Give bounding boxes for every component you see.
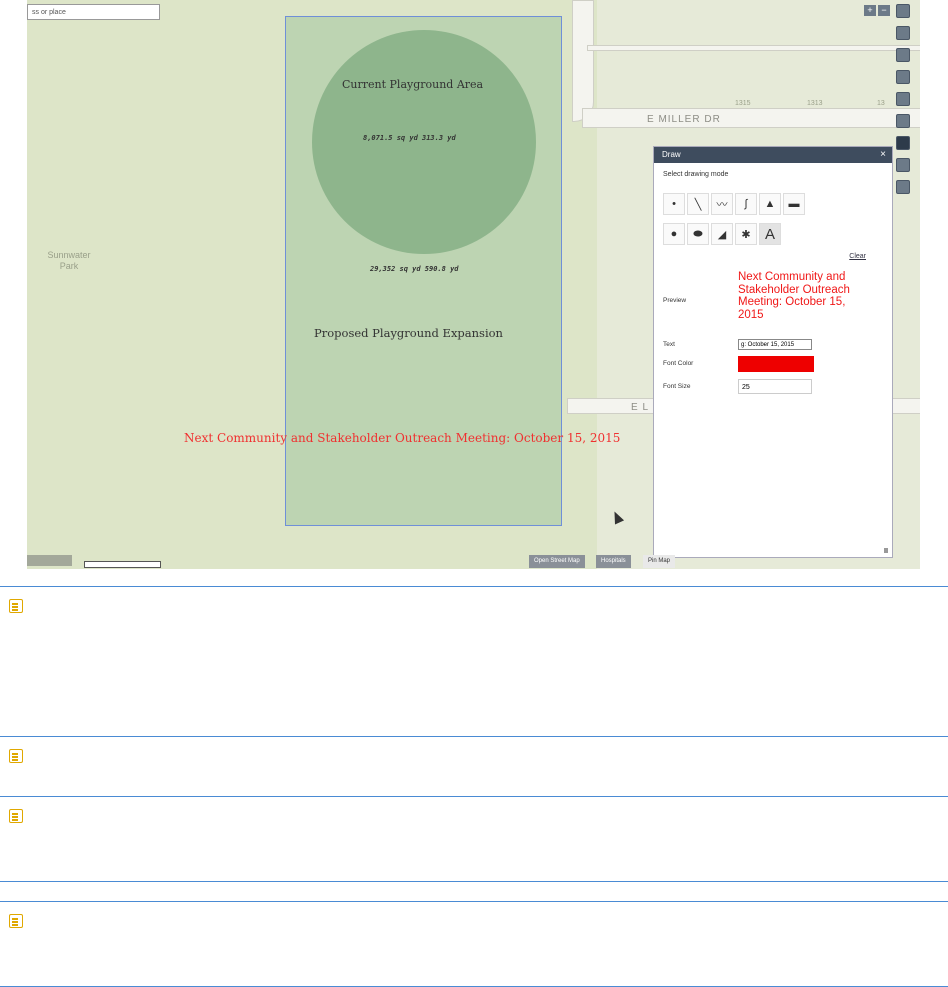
- close-icon[interactable]: ×: [880, 147, 886, 163]
- zoom-out-button[interactable]: −: [878, 5, 890, 16]
- divider: [0, 881, 948, 902]
- map-toolbar: [896, 4, 912, 202]
- share-icon[interactable]: [896, 180, 910, 194]
- mouse-cursor-icon: [609, 509, 625, 525]
- street-label-e: E L: [631, 402, 650, 413]
- fullscreen-icon[interactable]: [896, 4, 910, 18]
- draw-panel-title: Draw: [662, 150, 681, 159]
- drawing-mode-label: Select drawing mode: [663, 171, 729, 178]
- circle-mode-icon[interactable]: ●: [663, 223, 685, 245]
- note-row: [0, 796, 948, 882]
- freehand-line-mode-icon[interactable]: ∫: [735, 193, 757, 215]
- panel-scrollbar[interactable]: [884, 548, 888, 553]
- house-number: 1315: [735, 100, 751, 107]
- note-icon: [9, 809, 23, 823]
- note-row: [0, 586, 948, 737]
- attribution-button[interactable]: [27, 555, 72, 566]
- house-number: 1313: [807, 100, 823, 107]
- current-playground-circle[interactable]: [312, 30, 536, 254]
- basemap-pin-map-button[interactable]: Pin Map: [643, 555, 676, 568]
- road: [582, 108, 920, 128]
- list-icon[interactable]: [896, 114, 910, 128]
- note-row: [0, 901, 948, 987]
- font-size-stepper[interactable]: 25: [738, 379, 812, 394]
- text-mode-icon[interactable]: A: [759, 223, 781, 245]
- measure-icon[interactable]: [896, 92, 910, 106]
- locate-icon[interactable]: [896, 26, 910, 40]
- polygon-mode-icon[interactable]: ◢: [711, 223, 733, 245]
- road: [572, 0, 594, 122]
- park-label: Sunnwater Park: [47, 250, 91, 271]
- freehand-polygon-mode-icon[interactable]: ✱: [735, 223, 757, 245]
- draw-panel: Draw × Select drawing mode • ╲ 〰 ∫ ▲ ▬ ●…: [653, 146, 893, 558]
- road: [587, 45, 920, 51]
- note-icon: [9, 914, 23, 928]
- font-size-label: Font Size: [663, 383, 691, 390]
- font-color-picker[interactable]: [738, 356, 814, 372]
- zoom-in-button[interactable]: +: [864, 5, 876, 16]
- note-icon: [9, 599, 23, 613]
- map-screenshot[interactable]: ss or place Sunnwater Park E MILLER DR E…: [27, 0, 920, 569]
- text-label: Text: [663, 341, 675, 348]
- text-field[interactable]: g: October 15, 2015: [738, 339, 812, 350]
- layers-icon[interactable]: [896, 70, 910, 84]
- line-mode-icon[interactable]: ╲: [687, 193, 709, 215]
- basemap-icon[interactable]: [896, 48, 910, 62]
- ellipse-mode-icon[interactable]: ⬬: [687, 223, 709, 245]
- print-icon[interactable]: [896, 158, 910, 172]
- preview-text: Next Community and Stakeholder Outreach …: [738, 271, 850, 321]
- draw-panel-header: Draw ×: [654, 147, 892, 163]
- font-color-label: Font Color: [663, 360, 694, 367]
- note-row: [0, 736, 948, 797]
- rectangle-measurement: 29,352 sq yd 590.8 yd: [370, 265, 459, 273]
- search-input[interactable]: ss or place: [27, 4, 160, 20]
- zoom-controls: + −: [864, 5, 890, 16]
- draw-tool-icon[interactable]: [896, 136, 910, 150]
- meeting-annotation-text[interactable]: Next Community and Stakeholder Outreach …: [184, 431, 620, 445]
- rectangle-title: Proposed Playground Expansion: [314, 326, 503, 340]
- house-number: 13: [877, 100, 885, 107]
- note-icon: [9, 749, 23, 763]
- circle-measurement: 8,071.5 sq yd 313.3 yd: [363, 134, 456, 142]
- basemap-hospitals-button[interactable]: Hospitals: [596, 555, 631, 568]
- basemap-osm-button[interactable]: Open Street Map: [529, 555, 585, 568]
- triangle-mode-icon[interactable]: ▲: [759, 193, 781, 215]
- circle-title: Current Playground Area: [342, 78, 484, 91]
- point-mode-icon[interactable]: •: [663, 193, 685, 215]
- polyline-mode-icon[interactable]: 〰: [711, 193, 733, 215]
- preview-label: Preview: [663, 297, 687, 304]
- street-label-miller: E MILLER DR: [647, 114, 721, 125]
- clear-link[interactable]: Clear: [849, 253, 866, 260]
- rectangle-mode-icon[interactable]: ▬: [783, 193, 805, 215]
- scale-bar: [84, 561, 161, 568]
